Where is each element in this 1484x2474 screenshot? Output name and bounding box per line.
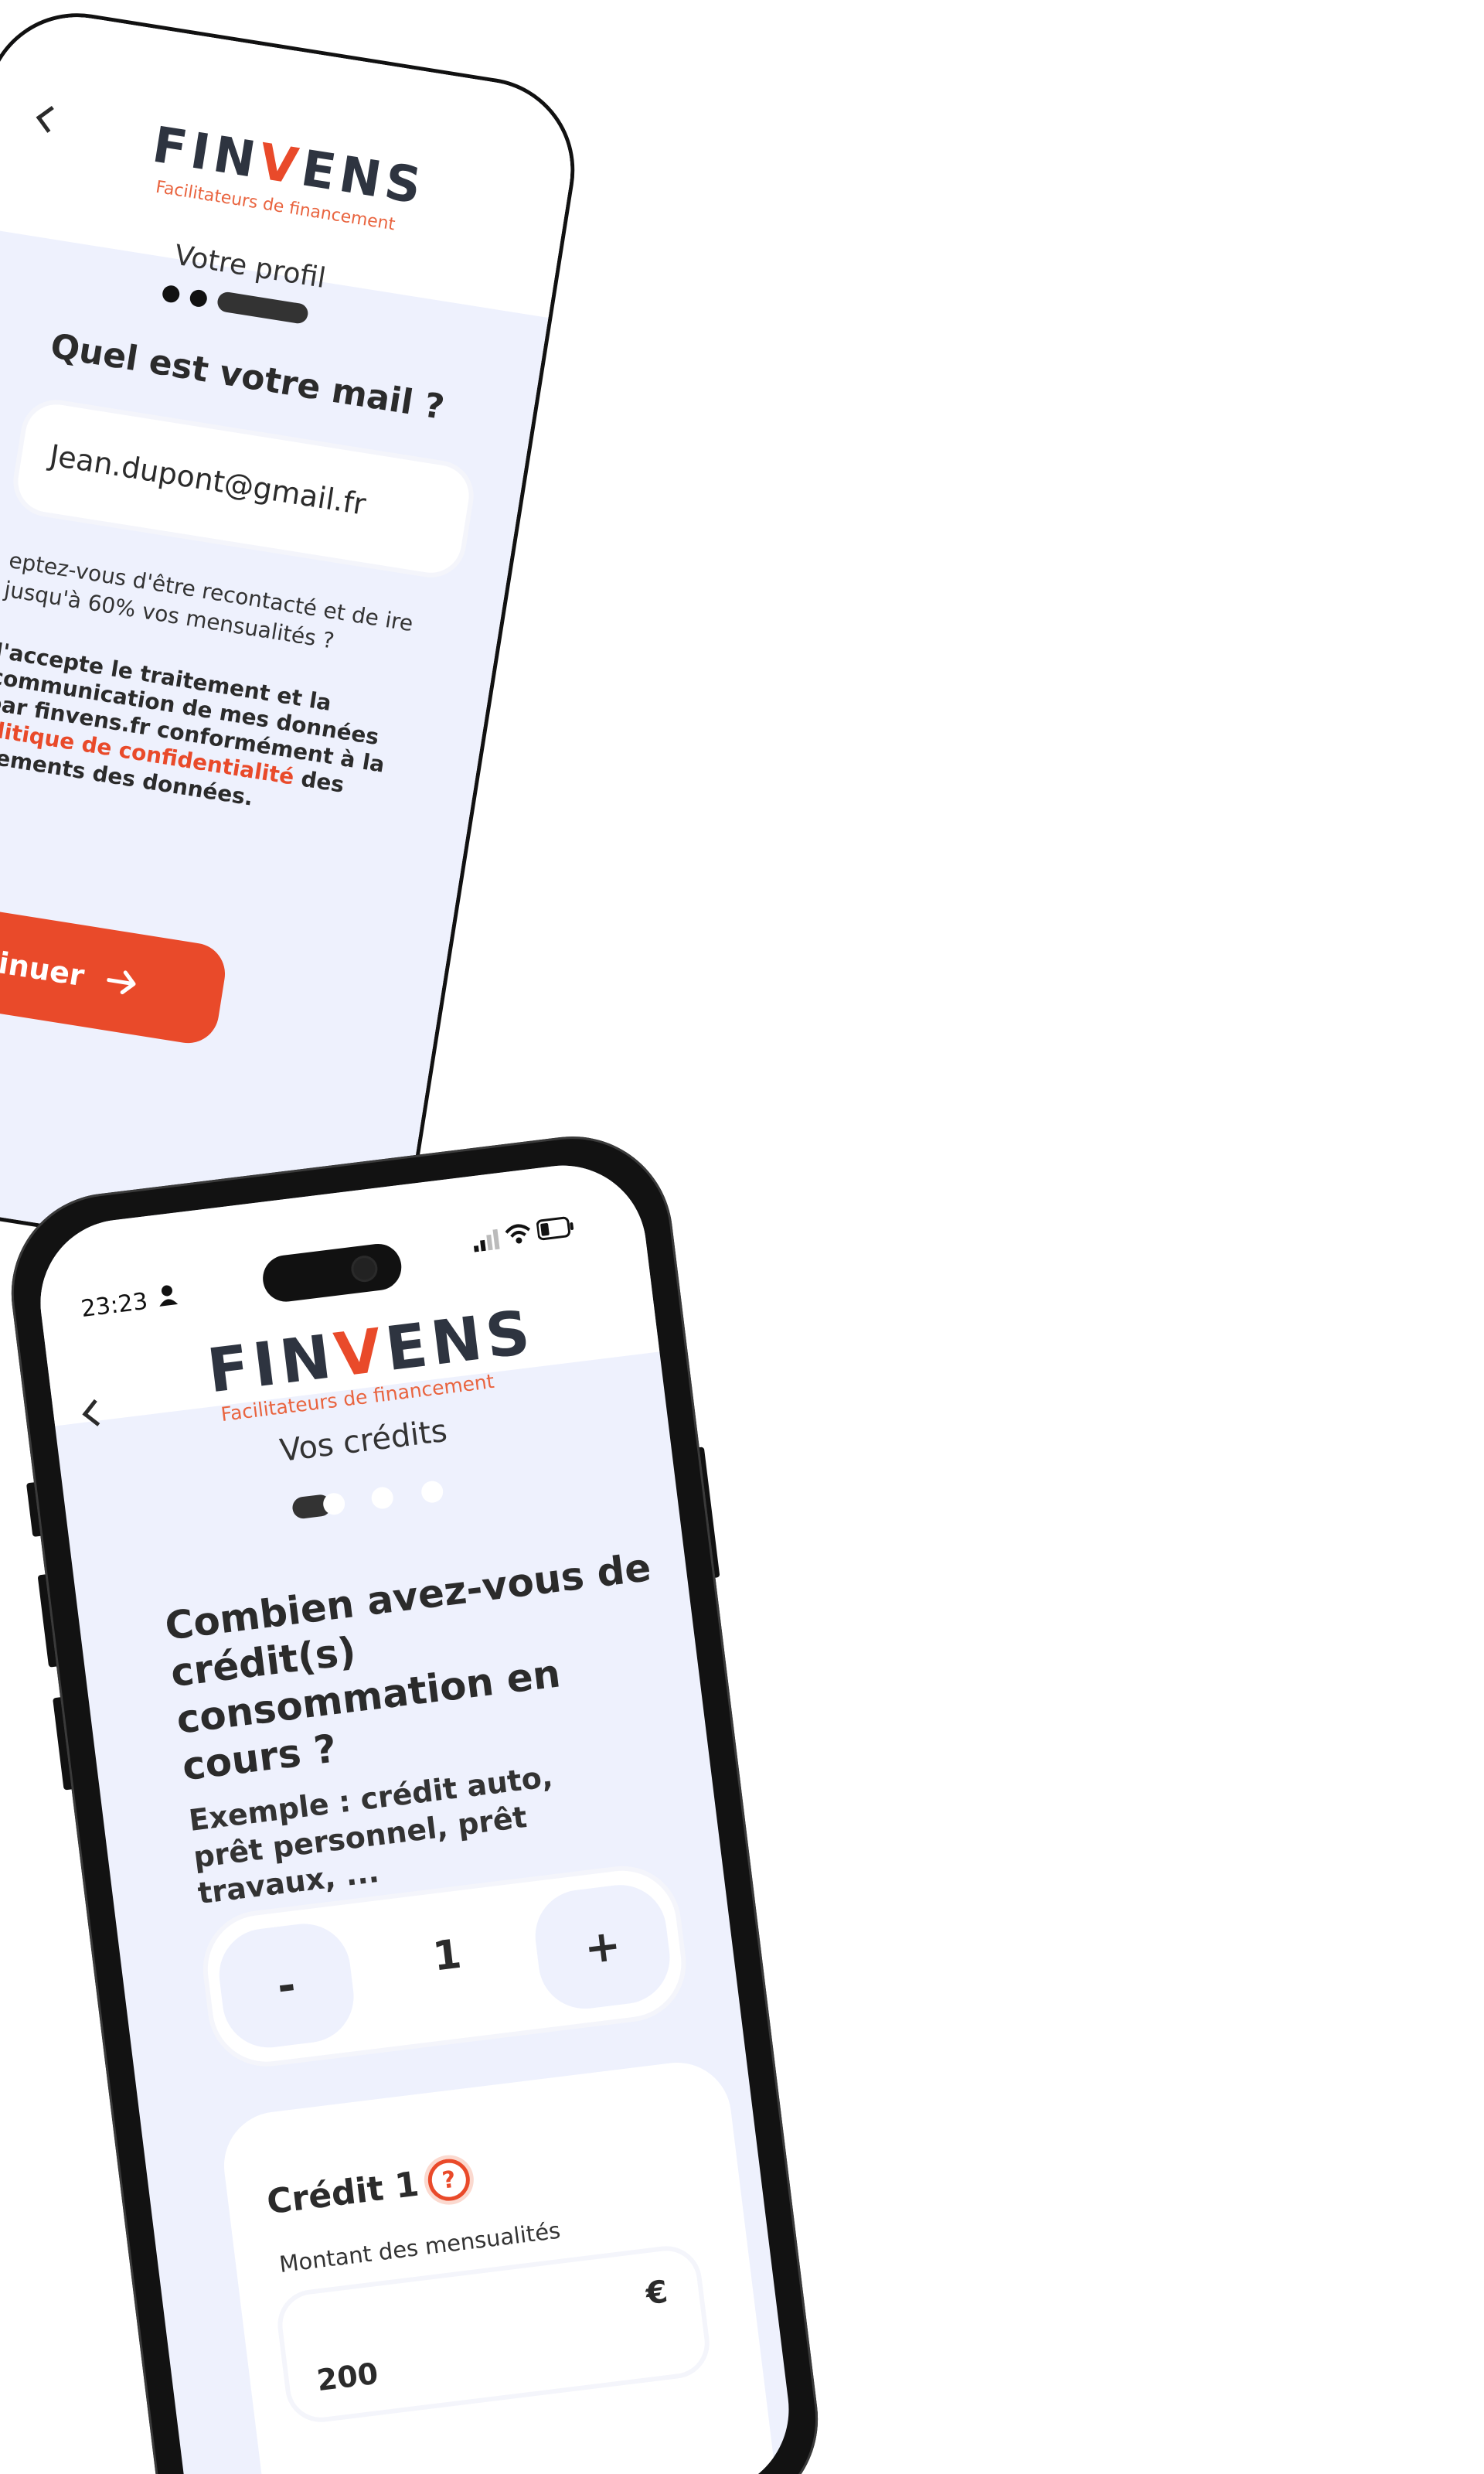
consent-text: J'accepte le traitement et la communicat… [0, 638, 424, 836]
progress-dot-active [216, 291, 310, 325]
credit-count-value: 1 [430, 1930, 465, 1981]
progress-dot-pending [420, 1480, 444, 1505]
phone-screen: FINVENS Facilitateurs de financement Vot… [0, 4, 584, 1280]
wifi-icon [505, 1224, 531, 1244]
step-title: Vos crédits [277, 1412, 450, 1470]
phone-profile-step: FINVENS Facilitateurs de financement Vot… [0, 0, 588, 1285]
progress-dot-done [161, 284, 181, 304]
arrow-right-icon [106, 970, 136, 995]
credit-card: Crédit 1 ? Montant des mensualités € 200 [217, 2057, 783, 2474]
euro-icon: € [644, 2274, 670, 2312]
monthly-amount-value: 200 [315, 2356, 380, 2398]
user-icon [159, 1285, 179, 1307]
credit-card-title: Crédit 1 [264, 2164, 421, 2223]
camera-icon [352, 1256, 377, 1281]
question-title: Combien avez-vous de crédit(s) consommat… [162, 1545, 654, 1790]
phone-credits-step: 23:23 FINVENS Facilitateurs de financeme… [0, 1125, 829, 2474]
email-field-value: Jean.dupont@gmail.fr [47, 438, 369, 522]
monthly-amount-field[interactable]: € 200 [278, 2247, 709, 2421]
email-field[interactable]: Jean.dupont@gmail.fr [13, 400, 474, 578]
signal-icon [473, 1228, 500, 1252]
continue-button-label: tinuer [0, 943, 87, 993]
increment-button[interactable]: + [529, 1879, 676, 2014]
help-icon[interactable]: ? [425, 2156, 472, 2203]
decrement-button[interactable]: - [213, 1918, 359, 2053]
continue-button[interactable]: tinuer [0, 902, 230, 1048]
progress-dot-done [189, 288, 209, 308]
progress-dot-pending [370, 1485, 395, 1511]
